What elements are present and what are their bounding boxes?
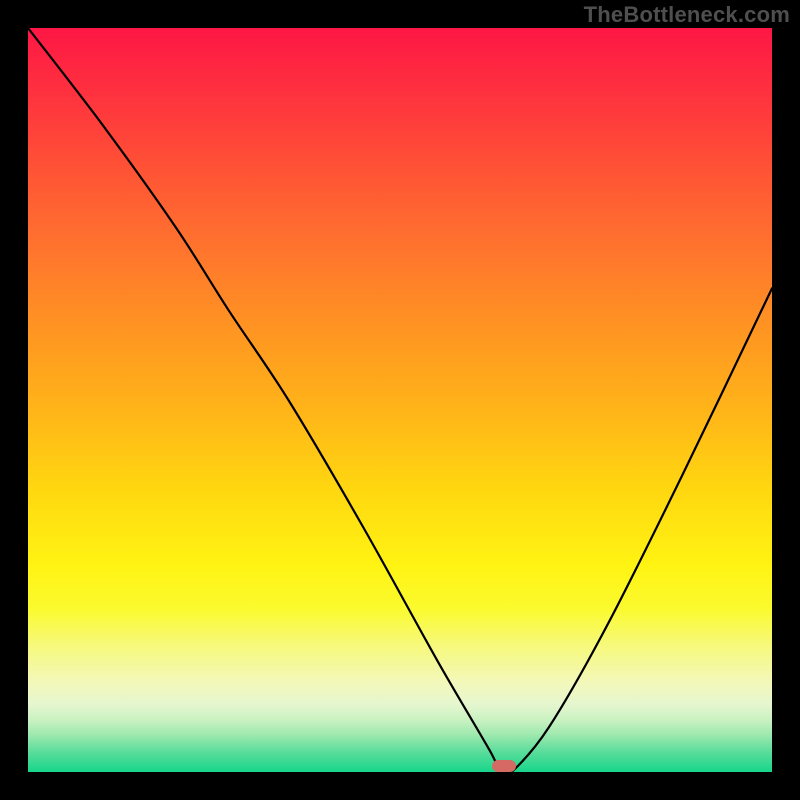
bottleneck-curve: [28, 28, 772, 772]
curve-svg: [28, 28, 772, 772]
optimal-marker: [492, 760, 516, 772]
chart-frame: TheBottleneck.com: [0, 0, 800, 800]
plot-area: [28, 28, 772, 772]
attribution-text: TheBottleneck.com: [584, 2, 790, 28]
